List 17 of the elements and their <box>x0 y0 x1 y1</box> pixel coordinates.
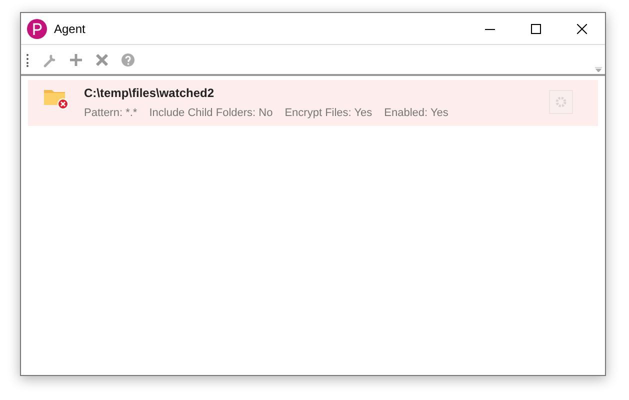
maximize-icon <box>531 24 541 34</box>
gear-icon <box>555 96 567 108</box>
toolbar-grip-icon[interactable] <box>26 52 29 66</box>
folder-row[interactable]: C:\temp\files\watched2 Pattern: *.* Include Child Folders: No Encrypt Files: Yes Enabled: Yes <box>28 80 598 126</box>
folder-path: C:\temp\files\watched2 <box>84 86 216 100</box>
app-logo-icon <box>27 18 47 38</box>
toolbar-overflow-icon[interactable] <box>595 67 602 72</box>
close-icon <box>577 24 587 34</box>
help-icon <box>120 52 136 68</box>
plus-icon <box>68 52 84 68</box>
folder-detail: Enabled: Yes <box>384 107 448 119</box>
delete-icon <box>94 52 110 68</box>
window-title: Agent <box>54 22 86 36</box>
help-button[interactable] <box>119 50 137 68</box>
folder-detail: Encrypt Files: Yes <box>284 107 372 119</box>
folder-detail: Include Child Folders: No <box>149 107 273 119</box>
folder-detail: Pattern: *.* <box>84 107 138 119</box>
